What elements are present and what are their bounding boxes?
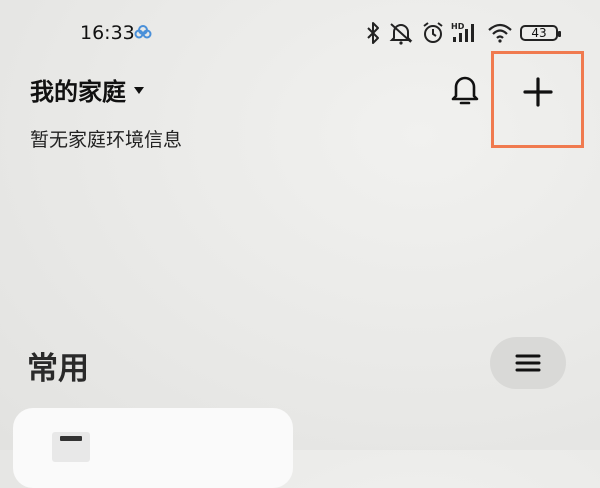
bell-icon[interactable] bbox=[449, 72, 481, 106]
plus-icon bbox=[523, 77, 553, 107]
add-button[interactable] bbox=[491, 51, 584, 148]
section-title-common: 常用 bbox=[27, 351, 89, 387]
status-time: 16:33 bbox=[80, 22, 135, 44]
device-image bbox=[52, 432, 90, 462]
battery-icon: 43 bbox=[520, 25, 561, 41]
mute-icon bbox=[389, 23, 413, 45]
menu-icon bbox=[515, 354, 541, 372]
svg-text:HD: HD bbox=[451, 22, 465, 31]
bluetooth-icon bbox=[367, 22, 379, 44]
cloud-icon bbox=[134, 25, 152, 39]
home-environment-info: 暂无家庭环境信息 bbox=[30, 129, 183, 151]
home-title: 我的家庭 bbox=[30, 78, 126, 106]
alarm-icon bbox=[423, 22, 443, 43]
hd-signal-icon: HD bbox=[451, 22, 474, 42]
wifi-icon bbox=[488, 23, 512, 43]
caret-down-icon bbox=[134, 86, 144, 94]
home-selector[interactable]: 我的家庭 bbox=[30, 72, 144, 107]
menu-button[interactable] bbox=[490, 337, 566, 389]
